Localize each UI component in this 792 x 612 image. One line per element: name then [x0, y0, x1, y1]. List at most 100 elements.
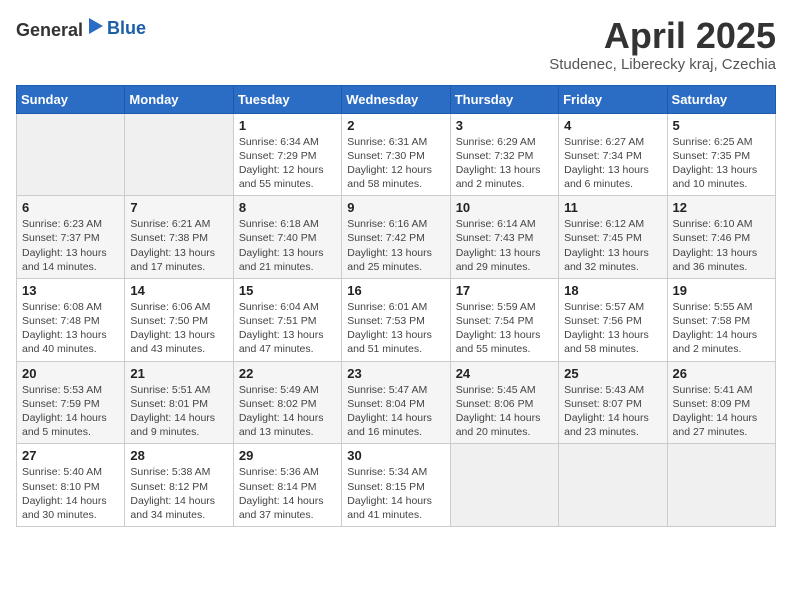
day-info: Sunrise: 5:59 AM Sunset: 7:54 PM Dayligh…	[456, 300, 553, 357]
day-number: 26	[673, 366, 770, 381]
calendar-cell: 10Sunrise: 6:14 AM Sunset: 7:43 PM Dayli…	[450, 196, 558, 279]
calendar-cell: 27 Sunrise: 5:40 AM Sunset: 8:10 PM Dayli…	[17, 444, 125, 527]
calendar: SundayMondayTuesdayWednesdayThursdayFrid…	[16, 85, 776, 527]
weekday-header-monday: Monday	[125, 85, 233, 113]
calendar-cell	[17, 113, 125, 196]
calendar-cell: 18 Sunrise: 5:57 AM Sunset: 7:56 PM Dayli…	[559, 278, 667, 361]
weekday-header-friday: Friday	[559, 85, 667, 113]
calendar-cell: 13 Sunrise: 6:08 AM Sunset: 7:48 PM Dayli…	[17, 278, 125, 361]
day-number: 14	[130, 283, 227, 298]
day-info: Sunrise: 5:36 AM Sunset: 8:14 PM Dayligh…	[239, 465, 336, 522]
week-row-5: 27 Sunrise: 5:40 AM Sunset: 8:10 PM Dayli…	[17, 444, 776, 527]
location-subtitle: Studenec, Liberecky kraj, Czechia	[549, 56, 776, 73]
title-area: April 2025 Studenec, Liberecky kraj, Cze…	[549, 16, 776, 73]
logo-general-text: General	[16, 20, 83, 40]
day-number: 23	[347, 366, 444, 381]
calendar-cell: 24 Sunrise: 5:45 AM Sunset: 8:06 PM Dayli…	[450, 361, 558, 444]
day-info: Sunrise: 6:12 AM Sunset: 7:45 PM Dayligh…	[564, 217, 661, 274]
day-info: Sunrise: 5:40 AM Sunset: 8:10 PM Dayligh…	[22, 465, 119, 522]
day-number: 19	[673, 283, 770, 298]
weekday-header-tuesday: Tuesday	[233, 85, 341, 113]
day-number: 30	[347, 448, 444, 463]
calendar-cell: 25 Sunrise: 5:43 AM Sunset: 8:07 PM Dayli…	[559, 361, 667, 444]
day-number: 4	[564, 118, 661, 133]
calendar-cell: 22 Sunrise: 5:49 AM Sunset: 8:02 PM Dayli…	[233, 361, 341, 444]
week-row-1: 1 Sunrise: 6:34 AM Sunset: 7:29 PM Daylig…	[17, 113, 776, 196]
day-info: Sunrise: 6:21 AM Sunset: 7:38 PM Dayligh…	[130, 217, 227, 274]
day-info: Sunrise: 5:55 AM Sunset: 7:58 PM Dayligh…	[673, 300, 770, 357]
calendar-cell: 5 Sunrise: 6:25 AM Sunset: 7:35 PM Daylig…	[667, 113, 775, 196]
calendar-cell: 3 Sunrise: 6:29 AM Sunset: 7:32 PM Daylig…	[450, 113, 558, 196]
logo: General Blue	[16, 16, 146, 41]
calendar-cell: 30 Sunrise: 5:34 AM Sunset: 8:15 PM Dayli…	[342, 444, 450, 527]
calendar-cell: 7 Sunrise: 6:21 AM Sunset: 7:38 PM Daylig…	[125, 196, 233, 279]
weekday-header-saturday: Saturday	[667, 85, 775, 113]
day-info: Sunrise: 6:25 AM Sunset: 7:35 PM Dayligh…	[673, 135, 770, 192]
calendar-cell: 12Sunrise: 6:10 AM Sunset: 7:46 PM Dayli…	[667, 196, 775, 279]
day-info: Sunrise: 5:43 AM Sunset: 8:07 PM Dayligh…	[564, 383, 661, 440]
day-number: 29	[239, 448, 336, 463]
calendar-cell	[125, 113, 233, 196]
day-number: 6	[22, 200, 119, 215]
day-number: 11	[564, 200, 661, 215]
day-number: 15	[239, 283, 336, 298]
logo-blue-text: Blue	[107, 18, 146, 38]
calendar-cell: 16 Sunrise: 6:01 AM Sunset: 7:53 PM Dayli…	[342, 278, 450, 361]
day-number: 18	[564, 283, 661, 298]
day-info: Sunrise: 6:08 AM Sunset: 7:48 PM Dayligh…	[22, 300, 119, 357]
day-number: 9	[347, 200, 444, 215]
day-number: 22	[239, 366, 336, 381]
day-info: Sunrise: 5:41 AM Sunset: 8:09 PM Dayligh…	[673, 383, 770, 440]
weekday-header-thursday: Thursday	[450, 85, 558, 113]
day-number: 17	[456, 283, 553, 298]
day-number: 10	[456, 200, 553, 215]
day-info: Sunrise: 5:51 AM Sunset: 8:01 PM Dayligh…	[130, 383, 227, 440]
day-number: 13	[22, 283, 119, 298]
day-number: 25	[564, 366, 661, 381]
day-info: Sunrise: 6:29 AM Sunset: 7:32 PM Dayligh…	[456, 135, 553, 192]
day-number: 16	[347, 283, 444, 298]
day-info: Sunrise: 5:53 AM Sunset: 7:59 PM Dayligh…	[22, 383, 119, 440]
day-number: 21	[130, 366, 227, 381]
calendar-cell: 4Sunrise: 6:27 AM Sunset: 7:34 PM Daylig…	[559, 113, 667, 196]
day-info: Sunrise: 6:23 AM Sunset: 7:37 PM Dayligh…	[22, 217, 119, 274]
calendar-cell: 11 Sunrise: 6:12 AM Sunset: 7:45 PM Dayli…	[559, 196, 667, 279]
calendar-cell: 1 Sunrise: 6:34 AM Sunset: 7:29 PM Daylig…	[233, 113, 341, 196]
day-number: 24	[456, 366, 553, 381]
day-info: Sunrise: 5:38 AM Sunset: 8:12 PM Dayligh…	[130, 465, 227, 522]
calendar-cell: 29 Sunrise: 5:36 AM Sunset: 8:14 PM Dayli…	[233, 444, 341, 527]
header: General Blue April 2025 Studenec, Libere…	[16, 16, 776, 73]
day-info: Sunrise: 6:34 AM Sunset: 7:29 PM Dayligh…	[239, 135, 336, 192]
day-number: 27	[22, 448, 119, 463]
day-info: Sunrise: 5:49 AM Sunset: 8:02 PM Dayligh…	[239, 383, 336, 440]
calendar-cell: 20 Sunrise: 5:53 AM Sunset: 7:59 PM Dayli…	[17, 361, 125, 444]
day-number: 8	[239, 200, 336, 215]
calendar-cell: 17 Sunrise: 5:59 AM Sunset: 7:54 PM Dayli…	[450, 278, 558, 361]
calendar-cell	[559, 444, 667, 527]
day-number: 1	[239, 118, 336, 133]
weekday-header-row: SundayMondayTuesdayWednesdayThursdayFrid…	[17, 85, 776, 113]
calendar-cell: 2 Sunrise: 6:31 AM Sunset: 7:30 PM Daylig…	[342, 113, 450, 196]
day-info: Sunrise: 6:01 AM Sunset: 7:53 PM Dayligh…	[347, 300, 444, 357]
day-number: 7	[130, 200, 227, 215]
weekday-header-wednesday: Wednesday	[342, 85, 450, 113]
day-info: Sunrise: 6:31 AM Sunset: 7:30 PM Dayligh…	[347, 135, 444, 192]
day-info: Sunrise: 6:18 AM Sunset: 7:40 PM Dayligh…	[239, 217, 336, 274]
day-info: Sunrise: 5:57 AM Sunset: 7:56 PM Dayligh…	[564, 300, 661, 357]
calendar-cell: 8 Sunrise: 6:18 AM Sunset: 7:40 PM Daylig…	[233, 196, 341, 279]
calendar-cell: 28 Sunrise: 5:38 AM Sunset: 8:12 PM Dayli…	[125, 444, 233, 527]
day-info: Sunrise: 6:16 AM Sunset: 7:42 PM Dayligh…	[347, 217, 444, 274]
day-number: 28	[130, 448, 227, 463]
calendar-cell: 19 Sunrise: 5:55 AM Sunset: 7:58 PM Dayli…	[667, 278, 775, 361]
day-number: 5	[673, 118, 770, 133]
day-number: 3	[456, 118, 553, 133]
day-number: 20	[22, 366, 119, 381]
calendar-cell: 21 Sunrise: 5:51 AM Sunset: 8:01 PM Dayli…	[125, 361, 233, 444]
day-info: Sunrise: 5:34 AM Sunset: 8:15 PM Dayligh…	[347, 465, 444, 522]
calendar-cell: 14Sunrise: 6:06 AM Sunset: 7:50 PM Dayli…	[125, 278, 233, 361]
day-number: 2	[347, 118, 444, 133]
month-title: April 2025	[549, 16, 776, 56]
calendar-cell: 26 Sunrise: 5:41 AM Sunset: 8:09 PM Dayli…	[667, 361, 775, 444]
day-info: Sunrise: 5:45 AM Sunset: 8:06 PM Dayligh…	[456, 383, 553, 440]
day-info: Sunrise: 5:47 AM Sunset: 8:04 PM Dayligh…	[347, 383, 444, 440]
